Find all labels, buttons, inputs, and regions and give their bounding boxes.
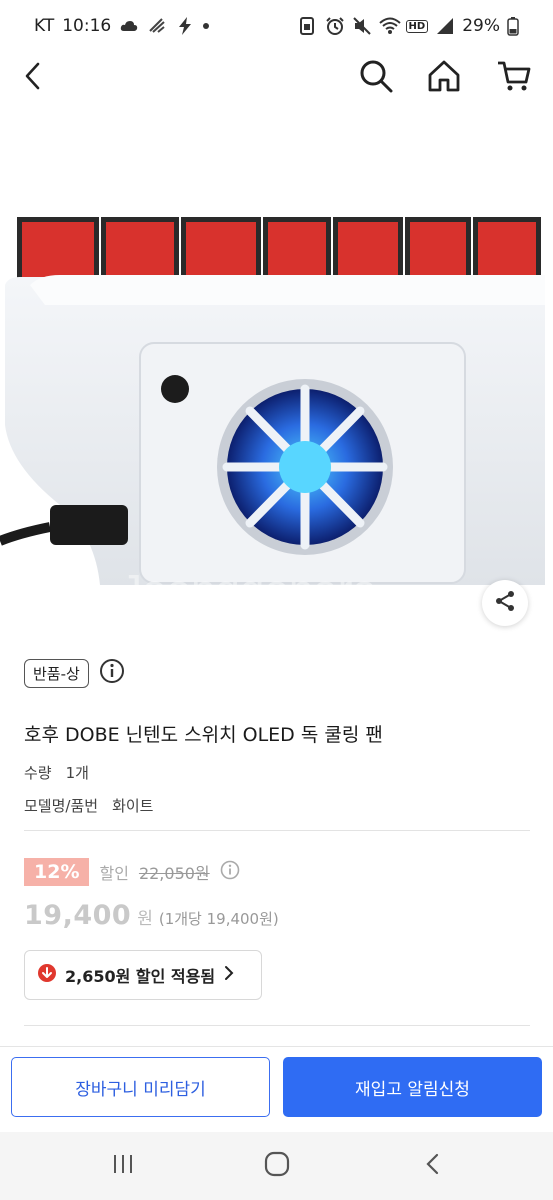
hd-icon: HD — [405, 19, 429, 33]
info-icon[interactable] — [99, 658, 125, 688]
recent-apps-button[interactable] — [101, 1150, 145, 1182]
bolt-icon — [175, 16, 195, 36]
chevron-right-icon — [223, 964, 235, 986]
condition-row: 반품-상 — [24, 658, 125, 688]
discount-badge: 12% — [24, 858, 90, 886]
spec-label: 수량 — [24, 764, 52, 782]
cart-button[interactable] — [492, 56, 536, 100]
system-navigation-bar — [0, 1132, 553, 1200]
divider — [24, 1025, 530, 1026]
clock: 10:16 — [62, 16, 112, 36]
home-button[interactable] — [422, 56, 466, 100]
product-title: 호후 DOBE 닌텐도 스위치 OLED 독 쿨링 팬 — [24, 724, 383, 746]
system-back-button[interactable] — [411, 1150, 455, 1182]
share-icon — [494, 590, 516, 616]
discount-label: 할인 — [99, 864, 129, 883]
cart-icon — [496, 58, 532, 98]
coupon-text: 2,650원 할인 적용됨 — [65, 967, 216, 986]
add-to-cart-button[interactable]: 장바구니 미리담기 — [11, 1057, 270, 1117]
search-icon — [358, 58, 394, 98]
unit-price: (1개당 19,400원) — [158, 910, 279, 928]
original-price: 22,050원 — [138, 864, 210, 883]
sim-icon — [298, 16, 318, 36]
status-bar: KT 10:16 HD 29% — [0, 0, 553, 52]
spec-value: 화이트 — [112, 797, 154, 815]
battery-icon — [507, 16, 527, 36]
cooling-fan-product-photo: Joonggonara — [0, 217, 545, 615]
top-navigation — [0, 52, 553, 102]
restock-alert-button[interactable]: 재입고 알림신청 — [283, 1057, 542, 1117]
spec-model: 모델명/품번 화이트 — [24, 795, 153, 816]
signal-low-icon — [147, 16, 167, 36]
home-icon — [427, 59, 461, 97]
back-button[interactable] — [12, 56, 56, 100]
condition-badge: 반품-상 — [24, 658, 89, 688]
signal-icon — [435, 16, 455, 36]
dot-icon — [203, 23, 210, 29]
back-icon — [22, 61, 46, 95]
spec-value: 1개 — [65, 764, 89, 782]
coupon-button[interactable]: 2,650원 할인 적용됨 — [24, 950, 262, 1000]
spec-label: 모델명/품번 — [24, 797, 99, 815]
chevron-left-icon — [425, 1152, 441, 1180]
product-photo[interactable]: Joonggonara — [0, 105, 553, 645]
mute-icon — [352, 16, 372, 36]
cloud-icon — [119, 16, 139, 36]
alarm-icon — [325, 16, 345, 36]
wifi-icon — [378, 16, 401, 36]
final-price: 19,400 — [24, 900, 132, 931]
divider — [24, 830, 530, 831]
carrier-label: KT — [34, 16, 55, 36]
home-circle-icon — [264, 1151, 290, 1181]
share-button[interactable] — [482, 580, 528, 626]
search-button[interactable] — [354, 56, 398, 100]
system-home-button[interactable] — [255, 1150, 299, 1182]
spec-quantity: 수량 1개 — [24, 762, 89, 783]
battery-percent: 29% — [462, 16, 500, 36]
down-arrow-icon — [37, 963, 57, 987]
discount-row: 12% 할인 22,050원 — [24, 858, 240, 886]
recent-apps-icon — [111, 1153, 135, 1179]
final-price-row: 19,400 원 (1개당 19,400원) — [24, 900, 279, 931]
price-info-icon[interactable] — [220, 860, 240, 884]
svg-text:Joonggonara: Joonggonara — [120, 566, 377, 615]
final-price-unit: 원 — [137, 909, 153, 929]
